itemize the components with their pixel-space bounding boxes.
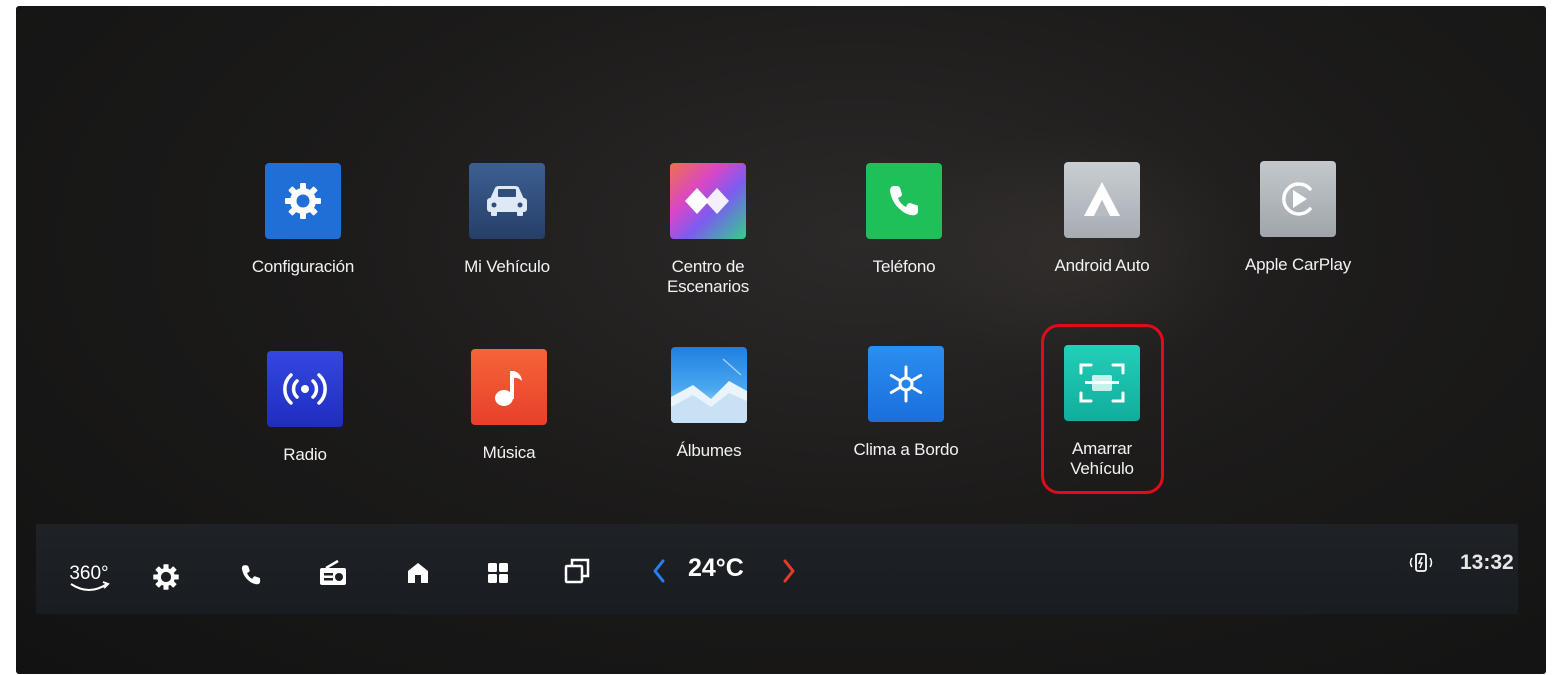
android-auto-icon — [1064, 162, 1140, 238]
app-albumes[interactable]: Álbumes — [634, 347, 784, 461]
app-telefono[interactable]: Teléfono — [829, 163, 979, 277]
app-configuracion[interactable]: Configuración — [228, 163, 378, 277]
snowflake-icon — [868, 346, 944, 422]
scenarios-diamond-icon — [670, 163, 746, 239]
app-android-auto[interactable]: Android Auto — [1027, 162, 1177, 276]
settings-gear-icon — [265, 163, 341, 239]
app-label: Música — [482, 443, 536, 462]
music-note-icon — [471, 349, 547, 425]
album-mountain-icon — [671, 347, 747, 423]
app-mi-vehiculo[interactable]: Mi Vehículo — [432, 163, 582, 277]
apps-grid-icon[interactable] — [486, 561, 522, 597]
app-label: Centro de Escenarios — [666, 257, 750, 296]
windows-icon[interactable] — [564, 558, 600, 594]
radio-waves-icon — [267, 351, 343, 427]
app-label: Apple CarPlay — [1244, 255, 1352, 274]
app-label: Clima a Bordo — [853, 440, 959, 459]
phone-charge-icon[interactable] — [1406, 551, 1440, 581]
app-label: Android Auto — [1054, 256, 1150, 275]
temp-up-icon[interactable] — [782, 558, 812, 594]
app-label: Radio — [283, 445, 327, 464]
carplay-icon — [1260, 161, 1336, 237]
app-clima-a-bordo[interactable]: Clima a Bordo — [831, 346, 981, 460]
app-label: Mi Vehículo — [464, 257, 550, 276]
temperature-value: 24°C — [688, 554, 744, 582]
settings-gear-icon[interactable] — [152, 563, 188, 599]
camera-360-icon[interactable]: 360° — [64, 558, 114, 596]
home-icon[interactable] — [406, 561, 442, 597]
app-radio[interactable]: Radio — [230, 351, 380, 465]
temp-down-icon[interactable] — [652, 558, 682, 594]
selection-highlight — [1041, 324, 1164, 494]
app-apple-carplay[interactable]: Apple CarPlay — [1223, 161, 1373, 275]
app-label: Teléfono — [872, 257, 936, 276]
radio-icon[interactable] — [318, 559, 354, 595]
phone-icon — [866, 163, 942, 239]
camera-360-label: 360° — [69, 563, 108, 584]
app-centro-de-escenarios[interactable]: Centro de Escenarios — [633, 163, 783, 297]
app-musica[interactable]: Música — [434, 349, 584, 463]
clock: 13:32 — [1460, 551, 1514, 574]
car-icon — [469, 163, 545, 239]
app-label: Configuración — [251, 257, 355, 276]
app-label: Álbumes — [676, 441, 742, 460]
phone-icon[interactable] — [238, 562, 274, 598]
infotainment-screen: Configuración Mi Vehículo Centro de Esce… — [16, 6, 1546, 674]
